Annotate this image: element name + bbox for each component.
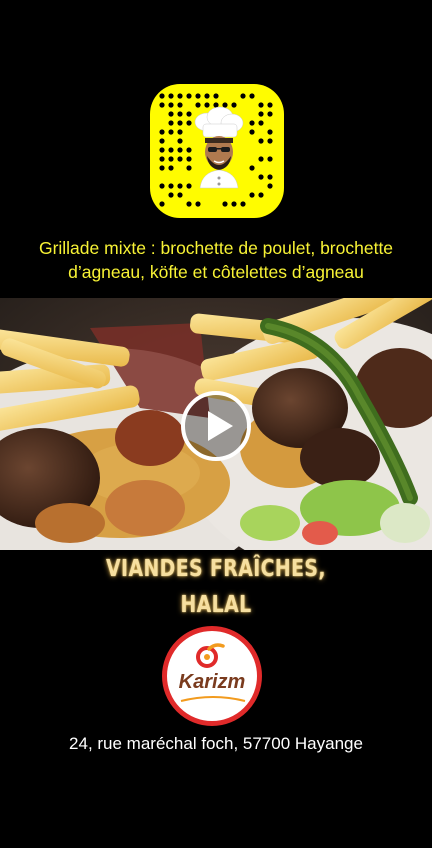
snapcode-dot bbox=[204, 102, 210, 108]
snapcode-dot bbox=[267, 174, 273, 180]
snapcode-dot bbox=[204, 93, 210, 99]
snapcode-dot bbox=[177, 147, 183, 153]
snapcode-dot bbox=[186, 120, 192, 126]
snapcode-dot bbox=[159, 156, 165, 162]
snapcode-dot bbox=[195, 93, 201, 99]
snapcode-dot bbox=[267, 129, 273, 135]
address: 24, rue maréchal foch, 57700 Hayange bbox=[69, 734, 363, 753]
chef-bitmoji-icon bbox=[194, 106, 244, 189]
snapcode-dot bbox=[258, 111, 264, 117]
snapcode-dot bbox=[258, 156, 264, 162]
logo-swoosh-icon bbox=[180, 696, 246, 702]
snapcode-dot bbox=[267, 138, 273, 144]
snapcode-dot bbox=[177, 183, 183, 189]
snapcode-dot bbox=[159, 165, 165, 171]
caption-line-1: Grillade mixte : brochette de poulet, br… bbox=[38, 238, 394, 258]
snapcode-dot bbox=[258, 192, 264, 198]
caption-line-2: d’agneau, köfte et côtelettes d’agneau bbox=[68, 262, 364, 282]
snapcode-dot bbox=[159, 93, 165, 99]
snapcode-dot bbox=[195, 201, 201, 207]
snapcode-dot bbox=[177, 138, 183, 144]
snapcode-dot bbox=[168, 156, 174, 162]
snapcode-dot bbox=[249, 120, 255, 126]
karizm-logo: Karizm bbox=[162, 626, 262, 726]
snapcode-dot bbox=[267, 102, 273, 108]
snapcode-dot bbox=[249, 165, 255, 171]
snapcode-dot bbox=[168, 120, 174, 126]
snapcode-dot bbox=[159, 129, 165, 135]
snapcode-dot bbox=[258, 102, 264, 108]
snapcode-dot bbox=[168, 129, 174, 135]
snapcode-dot bbox=[186, 165, 192, 171]
snapcode-dot bbox=[213, 102, 219, 108]
snapcode-dot bbox=[177, 156, 183, 162]
snapcode-dot bbox=[267, 183, 273, 189]
snapcode-dot bbox=[168, 192, 174, 198]
snapcode-dot bbox=[195, 102, 201, 108]
snapcode-dot bbox=[186, 111, 192, 117]
snapcode-dot bbox=[159, 183, 165, 189]
caption: Grillade mixte : brochette de poulet, br… bbox=[0, 236, 432, 284]
snapcode-dot bbox=[267, 156, 273, 162]
snapcode-dot bbox=[249, 129, 255, 135]
snapcode-dot bbox=[222, 102, 228, 108]
snapcode-dot bbox=[186, 201, 192, 207]
snapcode-dots bbox=[159, 93, 273, 207]
headline-line-2: HALAL bbox=[180, 592, 252, 618]
headline-line-1: VIANDES FRAÎCHES, bbox=[106, 556, 326, 582]
snapcode[interactable] bbox=[150, 84, 284, 218]
snapcode-dot bbox=[177, 93, 183, 99]
snapcode-dot bbox=[177, 129, 183, 135]
snapcode-dot bbox=[177, 120, 183, 126]
snapcode-dot bbox=[222, 201, 228, 207]
snapcode-dot bbox=[159, 201, 165, 207]
snapcode-dot bbox=[249, 192, 255, 198]
snapcode-dot bbox=[168, 147, 174, 153]
play-button[interactable] bbox=[180, 390, 252, 462]
snapcode-dot bbox=[240, 93, 246, 99]
snapcode-dot bbox=[231, 102, 237, 108]
snapcode-dot bbox=[186, 156, 192, 162]
snapcode-dot bbox=[249, 93, 255, 99]
snapcode-dot bbox=[213, 93, 219, 99]
snapcode-dot bbox=[186, 93, 192, 99]
snapcode-dot bbox=[177, 192, 183, 198]
snapcode-dot bbox=[177, 111, 183, 117]
snapcode-dot bbox=[177, 102, 183, 108]
snapcode-dot bbox=[159, 138, 165, 144]
snapcode-dot bbox=[231, 201, 237, 207]
snapcode-dot bbox=[258, 174, 264, 180]
snapcode-dot bbox=[159, 147, 165, 153]
snapcode-dot bbox=[159, 102, 165, 108]
snapcode-dot bbox=[168, 102, 174, 108]
snapcode-dot bbox=[168, 165, 174, 171]
snapcode-dot bbox=[240, 201, 246, 207]
snapcode-dot bbox=[168, 111, 174, 117]
snapcode-dot bbox=[186, 183, 192, 189]
snapcode-dot bbox=[186, 147, 192, 153]
play-icon bbox=[181, 391, 251, 461]
snapcode-dot bbox=[168, 183, 174, 189]
logo-mark-icon bbox=[196, 643, 225, 668]
snapcode-dot bbox=[258, 120, 264, 126]
snapcode-dot bbox=[258, 138, 264, 144]
snapcode-dot bbox=[168, 93, 174, 99]
logo-name: Karizm bbox=[178, 671, 246, 693]
snapcode-dot bbox=[267, 111, 273, 117]
